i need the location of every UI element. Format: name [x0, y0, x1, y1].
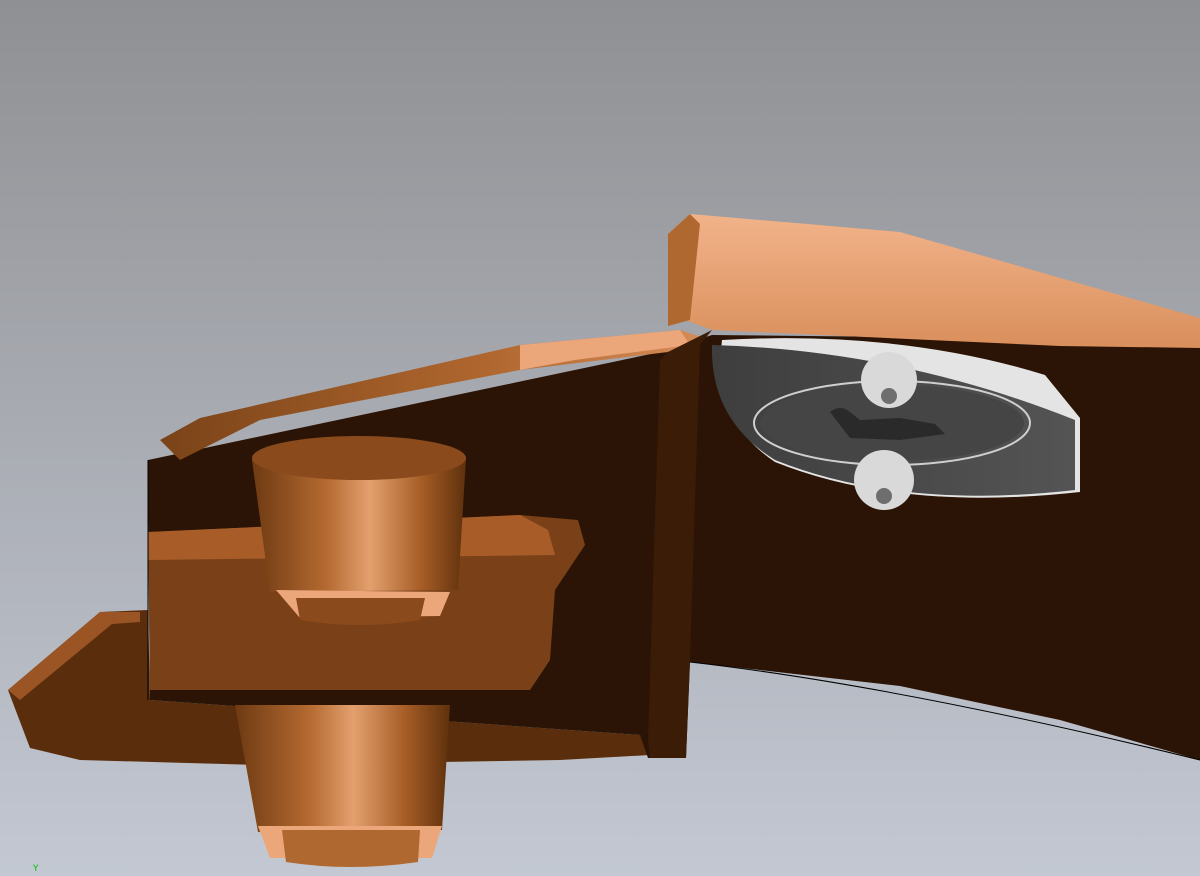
- screw-socket-lower-icon: [876, 488, 892, 504]
- upper-cylinder-top: [252, 436, 466, 480]
- copper-bracket-model[interactable]: [0, 0, 1200, 876]
- triad-axis-y-label: Y: [33, 864, 39, 874]
- lower-cylinder-cap: [282, 830, 420, 867]
- upper-cylinder-ring: [296, 598, 425, 625]
- lower-cylinder-body: [235, 705, 450, 832]
- screw-socket-upper-icon: [881, 388, 897, 404]
- cad-3d-viewport[interactable]: Y: [0, 0, 1200, 876]
